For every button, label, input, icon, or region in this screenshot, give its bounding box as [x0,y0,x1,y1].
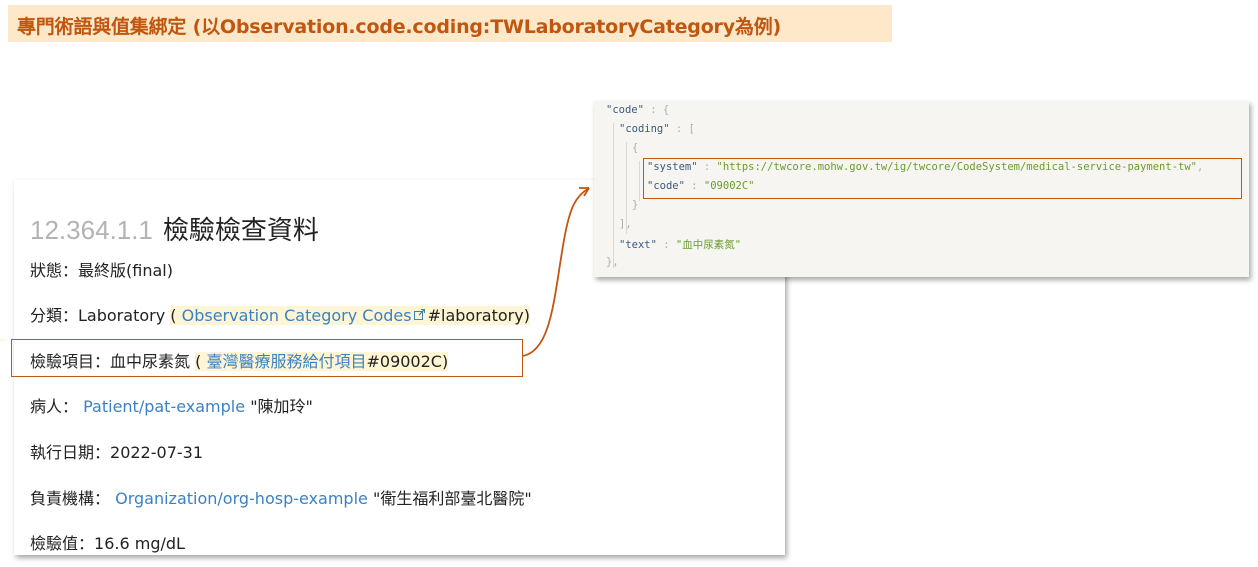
json-line-open-brace: { [632,142,638,154]
category-value: Laboratory [78,306,166,325]
date-row: 執行日期：2022-07-31 [30,439,203,463]
test-item-highlight [11,339,523,377]
json-line-coding: "coding" : [ [619,123,695,135]
banner-title: 專門術語與值集綁定 (以Observation.code.coding:TWLa… [17,16,782,38]
date-label: 執行日期： [30,443,111,462]
status-row: 狀態：最終版(final) [30,257,173,281]
json-punct: }, [606,256,619,268]
indent-guide [639,161,640,201]
json-line-close-object: }, [606,256,619,268]
category-close-paren: ) [523,306,530,325]
section-number: 12.364.1.1 [30,215,153,245]
title-banner: 專門術語與值集綁定 (以Observation.code.coding:TWLa… [8,5,892,42]
patient-name: "陳加玲" [250,397,313,416]
category-reference: ( Observation Category Codes #laboratory) [170,306,530,325]
json-key-code: "code" [606,104,644,116]
json-punct: { [632,142,639,154]
patient-link[interactable]: Patient/pat-example [83,397,245,416]
json-line-close-bracket: ], [619,218,632,230]
external-link-icon[interactable] [413,305,425,320]
page-heading: 12.364.1.1 檢驗檢查資料 [30,210,319,247]
json-code-panel: "code" : { "coding" : [ { "system" : "ht… [594,101,1249,277]
json-punct: } [632,199,639,211]
category-codes-link[interactable]: Observation Category Codes [182,306,412,325]
category-open-paren: ( [170,306,177,325]
test-value-row: 檢驗值：16.6 mg/dL [30,530,185,554]
json-line-code: "code" : { [606,104,669,116]
json-punct: ], [619,218,632,230]
json-line-close-brace: } [632,199,638,211]
json-text-value: "血中尿素氮" [675,239,742,251]
status-value: 最終版(final) [78,261,173,280]
category-code: #laboratory [427,306,524,325]
test-value-label: 檢驗值： [30,534,95,553]
json-punct: : { [643,104,670,116]
patient-label: 病人： [30,397,79,416]
patient-row: 病人： Patient/pat-example "陳加玲" [30,393,313,417]
category-label: 分類： [30,306,79,325]
json-punct: : [ [669,123,695,135]
coding-highlight [643,158,1242,199]
indent-guide [613,123,614,268]
json-line-text: "text" : "血中尿素氮" [619,237,741,252]
json-punct: : [656,239,676,251]
organization-link[interactable]: Organization/org-hosp-example [115,489,368,508]
date-value: 2022-07-31 [110,443,203,462]
section-title: 檢驗檢查資料 [162,216,319,246]
json-key-text: "text" [619,239,657,251]
organization-row: 負責機構： Organization/org-hosp-example "衛生福… [30,485,532,509]
organization-name: "衛生福利部臺北醫院" [372,489,532,508]
status-label: 狀態： [30,261,79,280]
test-value: 16.6 mg/dL [94,534,185,553]
organization-label: 負責機構： [30,489,111,508]
category-row: 分類：Laboratory ( Observation Category Cod… [30,302,530,326]
json-key-coding: "coding" [619,123,670,135]
